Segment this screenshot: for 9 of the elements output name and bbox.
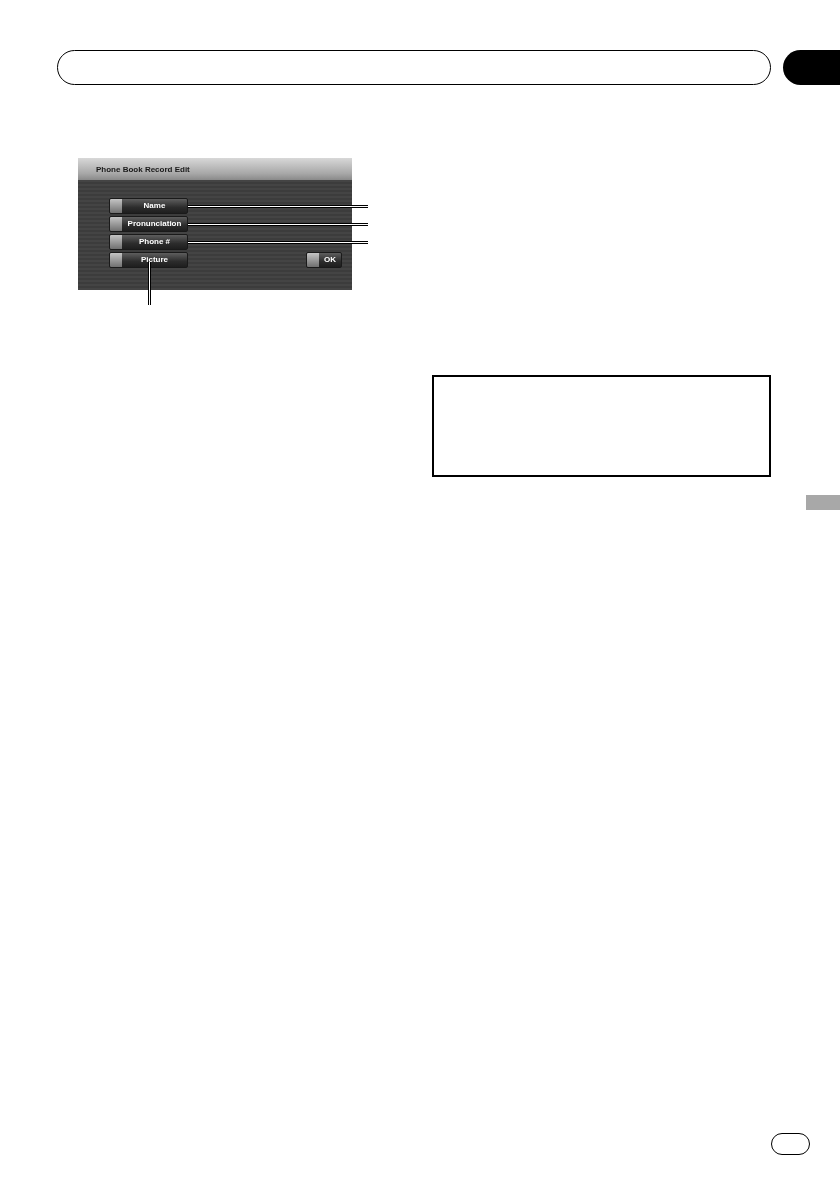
menu-button[interactable]: Pronunciation xyxy=(109,216,188,232)
ok-button[interactable]: OK xyxy=(306,252,342,268)
menu-button[interactable]: Picture xyxy=(109,252,188,268)
chapter-marker xyxy=(783,50,840,85)
menu-button[interactable]: Name xyxy=(109,198,188,214)
menu-button[interactable]: Phone # xyxy=(109,234,188,250)
screen-title: Phone Book Record Edit xyxy=(78,158,352,180)
section-marker xyxy=(806,495,840,510)
leader-line xyxy=(148,262,151,305)
